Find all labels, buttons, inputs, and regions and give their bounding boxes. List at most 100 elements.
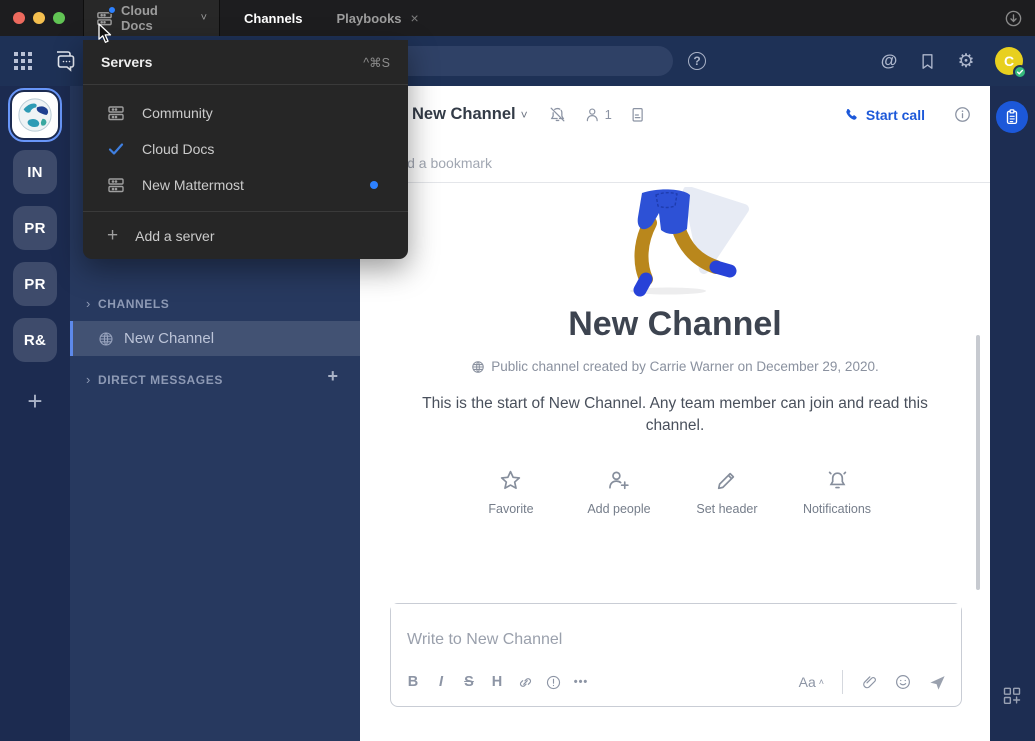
product-switcher-button[interactable] — [14, 52, 32, 70]
more-formatting-button[interactable]: ••• — [567, 669, 595, 695]
menu-item-cloud-docs[interactable]: Cloud Docs — [83, 131, 408, 167]
download-icon — [1004, 9, 1023, 28]
channel-info-icon[interactable] — [953, 105, 972, 124]
globe-team-icon — [16, 96, 54, 134]
avatar-initial: C — [1004, 53, 1014, 69]
notifications-button[interactable]: Notifications — [803, 468, 871, 516]
grid-icon — [14, 52, 32, 70]
minimize-window-button[interactable] — [33, 12, 45, 24]
channel-created-text: Public channel created by Carrie Warner … — [491, 359, 878, 374]
question-icon: ? — [693, 54, 700, 68]
link-button[interactable] — [511, 669, 539, 695]
favorite-button[interactable]: Favorite — [479, 468, 543, 516]
phone-icon — [844, 107, 859, 122]
window-controls — [13, 12, 65, 24]
channel-header: New Channel ˅ 1 — [360, 86, 990, 143]
member-icon — [584, 106, 602, 124]
server-dropdown-tab[interactable]: Cloud Docs ˅ — [83, 0, 220, 36]
chevron-icon: › — [86, 372, 91, 387]
team-item[interactable]: PR — [13, 262, 57, 306]
start-call-button[interactable]: Start call — [844, 107, 925, 123]
action-label: Add people — [587, 502, 650, 516]
add-people-button[interactable]: Add people — [587, 468, 651, 516]
team-item[interactable]: R& — [13, 318, 57, 362]
clipboard-icon — [1003, 108, 1021, 126]
close-window-button[interactable] — [13, 12, 25, 24]
member-count: 1 — [605, 107, 612, 122]
italic-button[interactable]: I — [427, 669, 455, 695]
toggle-formatting-button[interactable]: Aa ˄ — [793, 674, 830, 690]
channel-intro-body: This is the start of New Channel. Any te… — [403, 393, 948, 438]
servers-menu-title: Servers — [101, 54, 152, 70]
channels-product-button[interactable] — [52, 48, 78, 74]
attach-file-button[interactable] — [855, 669, 883, 695]
help-button[interactable]: ? — [688, 52, 706, 70]
app-bar — [990, 86, 1035, 741]
channel-title-dropdown[interactable]: New Channel — [412, 105, 516, 124]
mentions-button[interactable]: @ — [878, 51, 900, 71]
main-scrollbar[interactable] — [976, 335, 980, 590]
servers-dropdown-menu: Servers ^⌘S Community Cloud Docs — [83, 40, 408, 259]
playbooks-app-button[interactable] — [996, 101, 1028, 133]
alert-circle-icon — [545, 674, 562, 691]
tab-playbooks[interactable]: Playbooks × — [337, 10, 419, 26]
globe-icon — [98, 331, 114, 347]
close-tab-icon[interactable]: × — [411, 10, 419, 26]
channels-section-header[interactable]: › CHANNELS — [86, 296, 169, 311]
team-item[interactable]: PR — [13, 206, 57, 250]
strikethrough-button[interactable]: S — [455, 669, 483, 695]
smiley-icon — [894, 673, 912, 691]
main-panel: New Channel ˅ 1 — [360, 86, 990, 741]
add-apps-button[interactable] — [1002, 685, 1022, 705]
direct-messages-section-label: DIRECT MESSAGES — [98, 373, 223, 387]
message-input[interactable] — [391, 604, 961, 656]
bold-button[interactable]: B — [399, 669, 427, 695]
chevron-down-icon: ˅ — [201, 12, 207, 24]
download-update-button[interactable] — [1001, 6, 1025, 30]
chevron-down-icon[interactable]: ˅ — [521, 108, 528, 122]
saved-posts-button[interactable] — [918, 52, 937, 71]
team-item-active[interactable] — [12, 92, 58, 138]
toolbar-divider — [842, 670, 843, 694]
zoom-window-button[interactable] — [53, 12, 65, 24]
plus-icon: + — [107, 226, 118, 245]
team-item[interactable]: IN — [13, 150, 57, 194]
team-initials: IN — [27, 164, 43, 181]
paperclip-icon — [861, 674, 878, 691]
globe-icon — [471, 360, 485, 374]
priority-button[interactable] — [539, 669, 567, 695]
servers-menu-shortcut: ^⌘S — [363, 55, 390, 70]
add-direct-message-button[interactable]: + — [327, 366, 338, 387]
app-window: Cloud Docs ˅ Channels Playbooks × — [0, 0, 1035, 741]
bookmark-bar[interactable]: Add a bookmark — [360, 143, 990, 183]
sidebar-item-new-channel[interactable]: New Channel — [70, 321, 360, 356]
tab-channels[interactable]: Channels — [244, 11, 303, 26]
set-header-button[interactable]: Set header — [695, 468, 759, 516]
channel-intro: New Channel Public channel created by Ca… — [360, 183, 990, 603]
server-icon — [96, 10, 113, 27]
search-input[interactable] — [378, 46, 673, 76]
add-server-menu-item[interactable]: + Add a server — [83, 212, 408, 259]
user-avatar[interactable]: C — [995, 47, 1023, 75]
add-team-button[interactable]: + — [27, 388, 42, 414]
heading-button[interactable]: H — [483, 669, 511, 695]
composer-toolbar: B I S H ••• Aa ˄ — [399, 665, 951, 699]
menu-item-label: New Mattermost — [142, 177, 244, 193]
pinned-files-icon[interactable] — [629, 106, 647, 124]
direct-messages-section-header[interactable]: › DIRECT MESSAGES — [86, 372, 223, 387]
menu-item-new-mattermost[interactable]: New Mattermost — [83, 167, 408, 203]
channel-intro-meta: Public channel created by Carrie Warner … — [471, 359, 878, 374]
emoji-button[interactable] — [889, 669, 917, 695]
server-tab-label: Cloud Docs — [121, 3, 191, 33]
star-icon — [498, 468, 523, 493]
settings-button[interactable]: ⚙ — [955, 50, 977, 73]
servers-menu-header: Servers ^⌘S — [83, 40, 408, 84]
notifications-muted-icon[interactable] — [548, 105, 567, 124]
send-button[interactable] — [923, 669, 951, 695]
chevron-up-icon: ˄ — [819, 677, 824, 687]
server-icon — [107, 176, 125, 194]
channel-name: New Channel — [124, 330, 214, 347]
menu-item-label: Community — [142, 105, 213, 121]
members-button[interactable]: 1 — [584, 106, 612, 124]
menu-item-community[interactable]: Community — [83, 95, 408, 131]
